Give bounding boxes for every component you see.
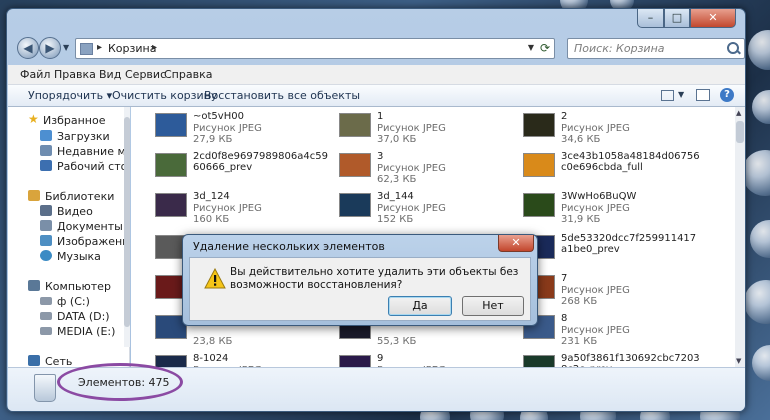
restore-all-button[interactable]: Восстановить все объекты xyxy=(204,89,360,102)
forward-button[interactable]: ▶ xyxy=(39,37,61,59)
image-thumbnail xyxy=(155,355,187,367)
file-item[interactable]: 3ce43b1058a48184d06756c0e696cbda_full xyxy=(523,151,703,191)
menu-tools[interactable]: Сервис xyxy=(125,68,166,81)
drive-icon xyxy=(40,327,52,335)
dialog-body: Вы действительно хотите удалить эти объе… xyxy=(189,257,531,321)
libraries-icon xyxy=(28,190,40,201)
network-icon xyxy=(28,355,40,366)
file-item[interactable]: 3 Рисунок JPEG 62,3 КБ xyxy=(339,151,519,191)
file-item[interactable]: 7 Рисунок JPEG 268 КБ xyxy=(523,273,703,313)
video-icon xyxy=(40,205,52,216)
image-thumbnail xyxy=(523,355,555,367)
image-thumbnail xyxy=(155,193,187,217)
image-thumbnail xyxy=(339,193,371,217)
image-thumbnail xyxy=(339,355,371,367)
search-icon[interactable] xyxy=(726,41,740,55)
file-item[interactable]: 8 Рисунок JPEG 231 КБ xyxy=(523,313,703,353)
pictures-icon xyxy=(40,235,52,246)
computer-icon xyxy=(28,280,40,291)
file-item[interactable]: 3WwHo6BuQW Рисунок JPEG 31,9 КБ xyxy=(523,191,703,231)
downloads-folder-icon xyxy=(40,130,52,141)
maximize-button[interactable]: □ xyxy=(664,9,690,28)
annotation-highlight-ring xyxy=(57,363,183,401)
file-list-scrollbar[interactable]: ▲ ▼ xyxy=(735,107,745,367)
minimize-button[interactable]: – xyxy=(637,9,664,28)
image-thumbnail xyxy=(523,113,555,137)
documents-icon xyxy=(40,220,52,231)
search-placeholder: Поиск: Корзина xyxy=(574,42,665,55)
breadcrumb-chevron-icon[interactable]: ▸ xyxy=(152,42,157,53)
file-item[interactable]: 3d_144 Рисунок JPEG 152 КБ xyxy=(339,191,519,231)
view-options-dropdown-icon[interactable]: ▼ xyxy=(678,90,684,99)
dialog-message: Вы действительно хотите удалить эти объе… xyxy=(230,266,519,291)
image-thumbnail xyxy=(523,153,555,177)
breadcrumb-recycle-bin[interactable]: Корзина xyxy=(108,42,156,55)
file-item[interactable]: 2cd0f8e9697989806a4c5960666_prev xyxy=(155,151,335,191)
file-item[interactable]: ~ot5vH00 Рисунок JPEG 27,9 КБ xyxy=(155,111,335,151)
star-icon: ★ xyxy=(28,112,39,126)
image-thumbnail xyxy=(523,193,555,217)
menu-help[interactable]: Справка xyxy=(164,68,212,81)
help-icon[interactable]: ? xyxy=(720,88,734,102)
recycle-bin-small-icon xyxy=(80,43,93,55)
scroll-down-icon[interactable]: ▼ xyxy=(736,357,744,365)
file-item[interactable]: 2 Рисунок JPEG 34,6 КБ xyxy=(523,111,703,151)
organize-button[interactable]: Упорядочить ▾ xyxy=(28,89,112,102)
warning-icon xyxy=(204,268,226,289)
image-thumbnail xyxy=(339,153,371,177)
search-input[interactable]: Поиск: Корзина xyxy=(567,38,745,59)
preview-pane-icon[interactable] xyxy=(696,89,710,101)
file-item[interactable]: 9a50f3861f130692cbc72038c2c_prev xyxy=(523,353,703,367)
drive-icon xyxy=(40,312,52,320)
music-icon xyxy=(40,250,52,261)
explorer-window: – □ ✕ ◀ ▶ ▼ ▸ Корзина ▸ ▼ ⟳ Поиск: Корзи… xyxy=(6,8,746,412)
refresh-icon[interactable]: ⟳ xyxy=(540,41,550,55)
file-item[interactable]: 9 Рисунок JPEG xyxy=(339,353,519,367)
yes-button[interactable]: Да xyxy=(388,296,452,316)
menu-view[interactable]: Вид xyxy=(99,68,121,81)
no-button[interactable]: Нет xyxy=(462,296,524,316)
image-thumbnail xyxy=(155,113,187,137)
breadcrumb-chevron-icon[interactable]: ▸ xyxy=(97,42,102,53)
file-item[interactable]: 3d_124 Рисунок JPEG 160 КБ xyxy=(155,191,335,231)
close-button[interactable]: ✕ xyxy=(690,9,736,28)
command-bar: Упорядочить ▾ Очистить корзину Восстанов… xyxy=(8,85,745,107)
desktop-icon xyxy=(40,160,52,171)
drive-icon xyxy=(40,297,52,305)
back-button[interactable]: ◀ xyxy=(17,37,39,59)
address-dropdown-icon[interactable]: ▼ xyxy=(528,43,534,52)
file-item[interactable]: 5de53320dcc7f259911417a1be0_prev xyxy=(523,233,703,273)
file-item[interactable]: 1 Рисунок JPEG 37,0 КБ xyxy=(339,111,519,151)
image-thumbnail xyxy=(339,113,371,137)
file-item[interactable]: 8-1024 Рисунок JPEG xyxy=(155,353,335,367)
navigation-row: ◀ ▶ ▼ ▸ Корзина ▸ ▼ ⟳ Поиск: Корзина xyxy=(15,37,745,61)
navigation-pane-scrollbar[interactable] xyxy=(124,107,130,347)
recycle-bin-icon xyxy=(34,374,56,402)
change-view-icon[interactable] xyxy=(661,90,674,101)
address-bar[interactable]: ▸ Корзина ▸ ▼ ⟳ xyxy=(75,38,555,59)
dialog-close-button[interactable]: ✕ xyxy=(498,235,534,252)
recent-places-icon xyxy=(40,145,52,156)
navigation-pane: ★ Избранное Загрузки Недавние места Рабо… xyxy=(8,107,130,367)
menu-edit[interactable]: Правка xyxy=(54,68,96,81)
menu-file[interactable]: Файл xyxy=(20,68,50,81)
recent-pages-dropdown[interactable]: ▼ xyxy=(63,43,69,52)
dialog-title: Удаление нескольких элементов xyxy=(193,240,385,253)
delete-confirmation-dialog: Удаление нескольких элементов ✕ Вы дейст… xyxy=(182,234,538,326)
menu-bar: Файл Правка Вид Сервис Справка xyxy=(8,65,745,85)
scroll-up-icon[interactable]: ▲ xyxy=(736,109,744,117)
empty-recycle-bin-button[interactable]: Очистить корзину xyxy=(112,89,217,102)
image-thumbnail xyxy=(155,153,187,177)
scrollbar-thumb[interactable] xyxy=(736,121,744,143)
